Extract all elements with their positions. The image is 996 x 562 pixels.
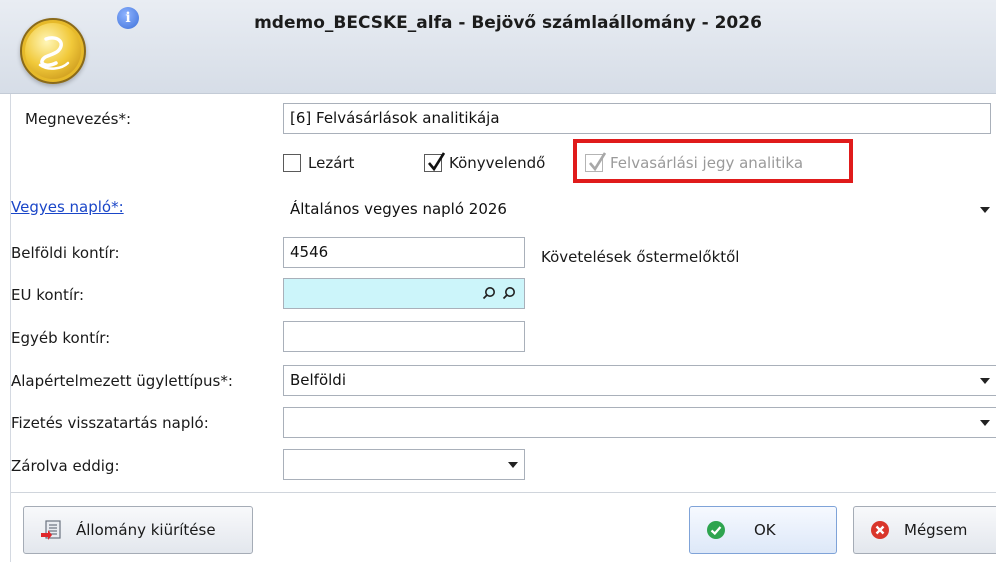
title-bar: i mdemo_BECSKE_alfa - Bejövő számlaállom…: [0, 0, 996, 94]
allomany-kiuritese-label: Állomány kiürítése: [76, 521, 216, 539]
belfoldi-kontir-description: Követelések őstermelőktől: [541, 248, 740, 266]
search-icon[interactable]: [482, 286, 496, 300]
checkmark-icon: [428, 152, 445, 172]
window-title: mdemo_BECSKE_alfa - Bejövő számlaállomán…: [254, 13, 762, 33]
ok-button[interactable]: OK: [689, 506, 837, 554]
megsem-label: Mégsem: [904, 521, 968, 539]
vegyes-naplo-link[interactable]: Vegyes napló*:: [11, 198, 124, 216]
dropdown-arrow-icon[interactable]: [508, 462, 518, 468]
zarolva-label: Zárolva eddig:: [11, 457, 120, 475]
check-circle-icon: [706, 520, 726, 540]
ugylettipus-value: Belföldi: [290, 371, 347, 389]
egyeb-kontir-label: Egyéb kontír:: [11, 329, 111, 347]
dropdown-arrow-icon[interactable]: [980, 207, 990, 213]
cancel-circle-icon: [870, 520, 890, 540]
vegyes-naplo-select[interactable]: Általános vegyes napló 2026: [283, 194, 996, 225]
lezart-label: Lezárt: [308, 154, 355, 172]
allomany-kiuritese-button[interactable]: Állomány kiürítése: [23, 506, 253, 554]
konyvelendo-checkbox[interactable]: Könyvelendő: [424, 152, 546, 172]
megsem-button[interactable]: Mégsem: [853, 506, 996, 554]
ugylettipus-select[interactable]: Belföldi: [283, 365, 996, 396]
konyvelendo-label: Könyvelendő: [449, 154, 546, 172]
dropdown-arrow-icon[interactable]: [980, 420, 990, 426]
megnevezes-label: Megnevezés*:: [25, 110, 132, 128]
highlight-frame: [573, 139, 853, 183]
vegyes-naplo-value: Általános vegyes napló 2026: [290, 200, 507, 218]
konyvelendo-checkbox-box[interactable]: [424, 152, 445, 172]
ugylettipus-label: Alapértelmezett ügylettípus*:: [11, 372, 233, 390]
ok-label: OK: [754, 521, 776, 539]
fizetes-naplo-label: Fizetés visszatartás napló:: [11, 414, 209, 432]
belfoldi-kontir-input[interactable]: 4546: [283, 237, 525, 268]
clear-list-icon: [40, 519, 62, 541]
lezart-checkbox[interactable]: Lezárt: [283, 154, 354, 172]
search-icon[interactable]: [502, 286, 516, 300]
megnevezes-input[interactable]: [6] Felvásárlások analitikája: [283, 103, 991, 134]
eu-kontir-label: EU kontír:: [11, 286, 85, 304]
egyeb-kontir-input[interactable]: [283, 321, 525, 352]
eu-kontir-input[interactable]: [283, 278, 525, 309]
form-area: Megnevezés*: [6] Felvásárlások analitiká…: [10, 94, 996, 562]
lezart-checkbox-box[interactable]: [283, 154, 301, 172]
fizetes-naplo-select[interactable]: [283, 407, 996, 438]
belfoldi-kontir-label: Belföldi kontír:: [11, 244, 120, 262]
zarolva-date-picker[interactable]: [283, 449, 525, 480]
separator: [11, 492, 996, 493]
dropdown-arrow-icon[interactable]: [980, 378, 990, 384]
